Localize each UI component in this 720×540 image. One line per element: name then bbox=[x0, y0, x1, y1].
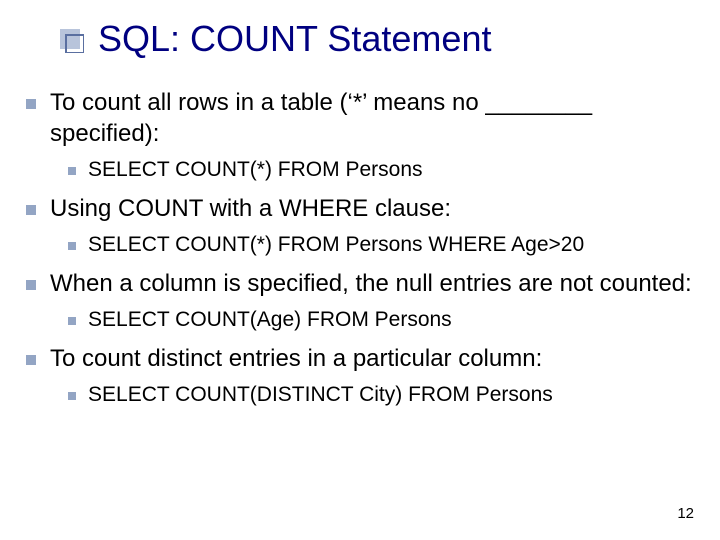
title-square-icon bbox=[60, 29, 84, 53]
bullet-text: When a column is specified, the null ent… bbox=[50, 269, 692, 300]
bullet-square-icon bbox=[68, 317, 76, 325]
bullet-level1: To count distinct entries in a particula… bbox=[26, 344, 698, 375]
slide-title: SQL: COUNT Statement bbox=[98, 18, 491, 60]
slide: SQL: COUNT Statement To count all rows i… bbox=[0, 0, 720, 540]
page-number: 12 bbox=[677, 505, 694, 522]
bullet-level2: SELECT COUNT(*) FROM Persons bbox=[68, 157, 698, 183]
bullet-level1: When a column is specified, the null ent… bbox=[26, 269, 698, 300]
bullet-text: SELECT COUNT(Age) FROM Persons bbox=[88, 307, 452, 333]
bullet-level1: Using COUNT with a WHERE clause: bbox=[26, 194, 698, 225]
slide-title-row: SQL: COUNT Statement bbox=[60, 18, 698, 60]
bullet-square-icon bbox=[68, 167, 76, 175]
bullet-level2: SELECT COUNT(Age) FROM Persons bbox=[68, 307, 698, 333]
bullet-text: SELECT COUNT(*) FROM Persons bbox=[88, 157, 423, 183]
bullet-list: To count all rows in a table (‘*’ means … bbox=[22, 88, 698, 409]
bullet-square-icon bbox=[68, 242, 76, 250]
bullet-text: SELECT COUNT(DISTINCT City) FROM Persons bbox=[88, 382, 553, 408]
bullet-level2: SELECT COUNT(*) FROM Persons WHERE Age>2… bbox=[68, 232, 698, 258]
bullet-square-icon bbox=[26, 355, 36, 365]
bullet-text: Using COUNT with a WHERE clause: bbox=[50, 194, 451, 225]
bullet-square-icon bbox=[26, 99, 36, 109]
bullet-text: To count distinct entries in a particula… bbox=[50, 344, 542, 375]
bullet-level1: To count all rows in a table (‘*’ means … bbox=[26, 88, 698, 149]
bullet-level2: SELECT COUNT(DISTINCT City) FROM Persons bbox=[68, 382, 698, 408]
bullet-text: SELECT COUNT(*) FROM Persons WHERE Age>2… bbox=[88, 232, 584, 258]
bullet-square-icon bbox=[68, 392, 76, 400]
bullet-square-icon bbox=[26, 280, 36, 290]
bullet-square-icon bbox=[26, 205, 36, 215]
bullet-text: To count all rows in a table (‘*’ means … bbox=[50, 88, 698, 149]
